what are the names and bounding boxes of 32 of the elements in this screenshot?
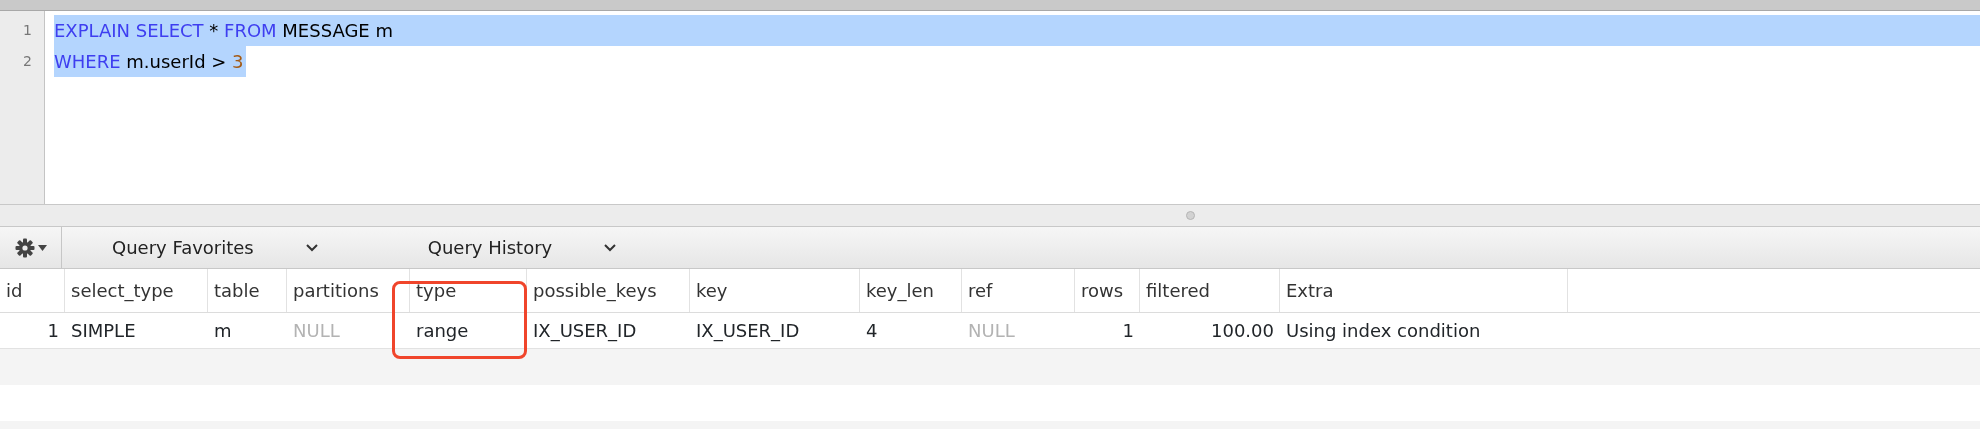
table-cell-text: SIMPLE bbox=[70, 319, 137, 343]
line-number: 1 bbox=[22, 21, 33, 40]
column-header[interactable]: key bbox=[690, 269, 860, 312]
menu-dropdown[interactable]: Query Favorites bbox=[112, 234, 318, 261]
table-cell-text: range bbox=[415, 319, 470, 343]
table-cell-text: 4 bbox=[865, 319, 879, 343]
column-header[interactable]: rows bbox=[1075, 269, 1140, 312]
column-header[interactable]: select_type bbox=[65, 269, 208, 312]
column-header[interactable]: table bbox=[208, 269, 287, 312]
column-header[interactable]: id bbox=[0, 269, 65, 312]
splitter-handle[interactable] bbox=[1185, 211, 1195, 220]
table-cell-text: NULL bbox=[967, 319, 1016, 343]
table-cell-text: IX_USER_ID bbox=[695, 319, 801, 344]
line-number: 2 bbox=[22, 52, 33, 71]
chevron-down-icon bbox=[604, 243, 617, 252]
table-cell-text: Using index condition bbox=[1285, 319, 1482, 343]
column-header[interactable]: Extra bbox=[1280, 269, 1568, 312]
column-header[interactable]: partitions bbox=[287, 269, 410, 312]
column-header[interactable]: key_len bbox=[860, 269, 962, 312]
table-cell-text: 1 bbox=[46, 319, 60, 343]
table-cell-text: m bbox=[213, 319, 233, 343]
table-cell-text: 100.00 bbox=[1210, 319, 1275, 343]
column-header[interactable]: type bbox=[410, 269, 527, 312]
chevron-down-icon bbox=[305, 243, 318, 252]
column-header[interactable]: filtered bbox=[1140, 269, 1280, 312]
caret-icon bbox=[37, 244, 47, 251]
table-cell-text: 1 bbox=[1121, 319, 1135, 343]
table-cell-text: NULL bbox=[292, 319, 341, 343]
table-cell-text: IX_USER_ID bbox=[532, 319, 638, 344]
menu-dropdown[interactable]: Query History bbox=[427, 234, 617, 261]
column-header[interactable]: possible_keys bbox=[527, 269, 690, 312]
column-header[interactable]: ref bbox=[962, 269, 1075, 312]
